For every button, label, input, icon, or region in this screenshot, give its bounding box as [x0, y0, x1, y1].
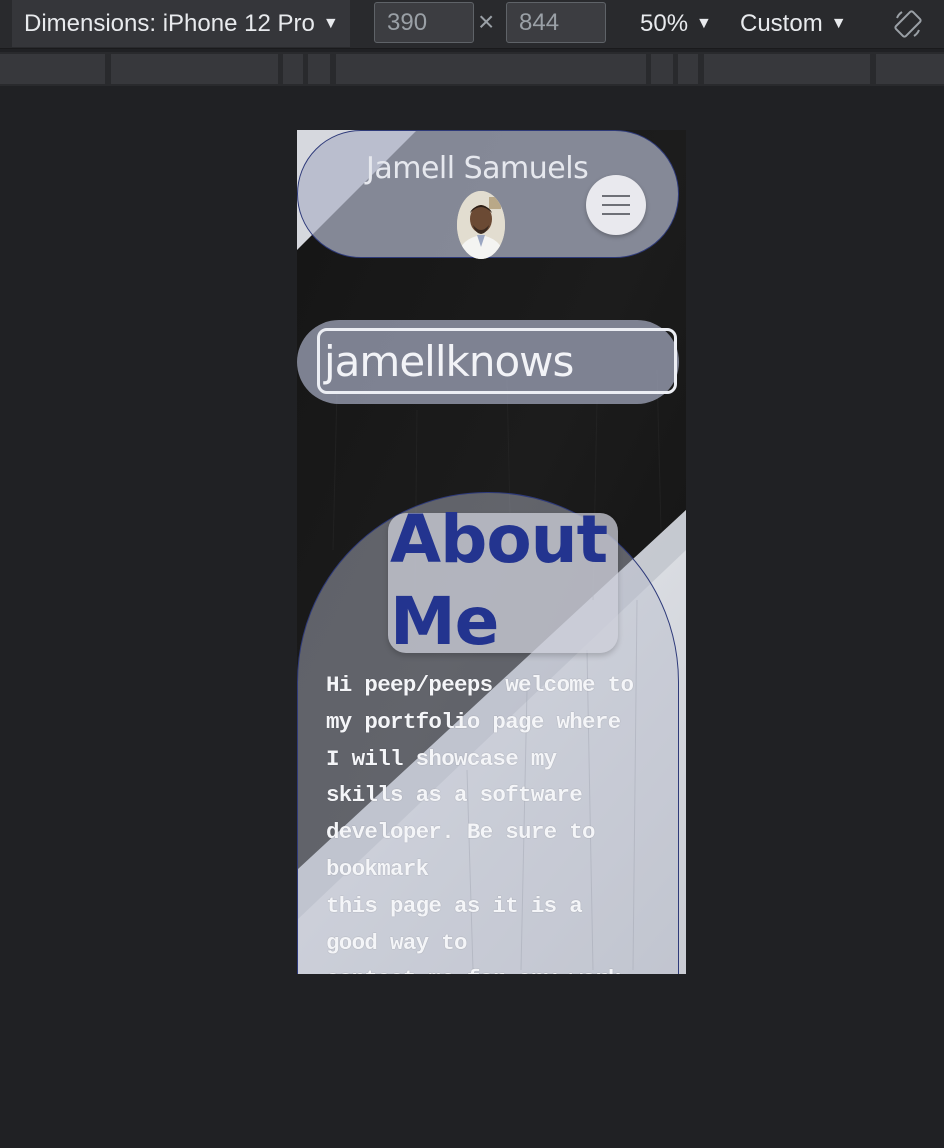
throttle-select[interactable]: Custom ▼ — [740, 0, 847, 47]
media-query-segment[interactable] — [111, 54, 278, 84]
search-input[interactable]: jamellknows — [317, 328, 677, 394]
chevron-down-icon: ▼ — [830, 14, 847, 32]
search-container: jamellknows — [297, 320, 679, 404]
device-viewport: Jamell Samuels jamellknows About Me Hi p… — [297, 130, 686, 974]
media-query-segment[interactable] — [651, 54, 673, 84]
device-toolbar: Dimensions: iPhone 12 Pro ▼ 390 × 844 50… — [0, 0, 944, 49]
zoom-select-label: 50% — [640, 9, 689, 37]
dimension-separator: × — [478, 6, 495, 37]
media-query-segment[interactable] — [678, 54, 698, 84]
media-query-segment[interactable] — [308, 54, 330, 84]
site-header: Jamell Samuels — [297, 130, 679, 259]
width-input[interactable]: 390 — [374, 2, 474, 43]
zoom-select[interactable]: 50% ▼ — [640, 0, 712, 47]
device-select-label: Dimensions: iPhone 12 Pro — [24, 9, 315, 37]
chevron-down-icon: ▼ — [696, 14, 712, 32]
media-query-segment[interactable] — [876, 54, 944, 84]
throttle-select-label: Custom — [740, 9, 823, 37]
about-text: Hi peep/peeps welcome to my portfolio pa… — [326, 672, 634, 974]
chevron-down-icon: ▼ — [322, 14, 339, 32]
menu-button[interactable] — [586, 175, 646, 235]
media-query-segment[interactable] — [336, 54, 646, 84]
device-select[interactable]: Dimensions: iPhone 12 Pro ▼ — [12, 0, 350, 47]
hamburger-icon — [602, 195, 630, 215]
about-title: About Me — [390, 501, 608, 660]
media-query-segment[interactable] — [283, 54, 303, 84]
height-input[interactable]: 844 — [506, 2, 606, 43]
site-name: Jamell Samuels — [366, 151, 589, 186]
rotate-icon[interactable] — [892, 8, 924, 40]
about-card: About Me Hi peep/peeps welcome to my por… — [297, 492, 679, 974]
avatar — [457, 191, 505, 259]
media-query-segment[interactable] — [0, 54, 105, 84]
media-query-segment[interactable] — [704, 54, 870, 84]
